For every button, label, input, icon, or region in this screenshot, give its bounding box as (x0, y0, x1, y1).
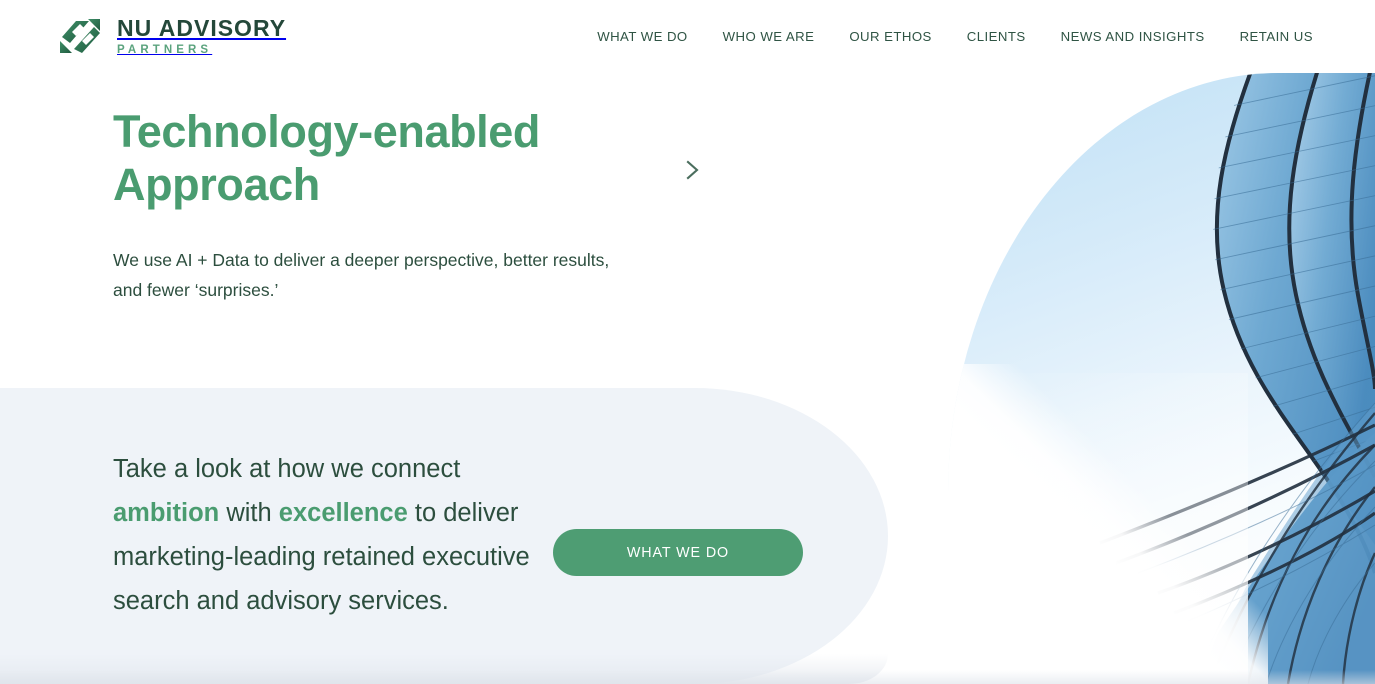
hero-copy-block: Technology-enabled Approach We use AI + … (113, 106, 733, 305)
panel-paragraph: Take a look at how we connect ambition w… (113, 448, 543, 623)
nav-item-what-we-do[interactable]: WHAT WE DO (597, 29, 687, 44)
nav-item-retain-us[interactable]: RETAIN US (1240, 29, 1313, 44)
nav-item-news-and-insights[interactable]: NEWS AND INSIGHTS (1061, 29, 1205, 44)
nav-item-who-we-are[interactable]: WHO WE ARE (723, 29, 815, 44)
brand-logo[interactable]: NU ADVISORY PARTNERS (58, 14, 287, 57)
brand-name: NU ADVISORY (117, 14, 287, 41)
brand-wordmark: NU ADVISORY PARTNERS (117, 14, 287, 57)
hero-image (948, 73, 1375, 684)
nav-item-clients[interactable]: CLIENTS (967, 29, 1026, 44)
panel-bottom-fade (0, 654, 888, 684)
panel-highlight-ambition: ambition (113, 498, 220, 527)
brand-subtitle: PARTNERS (117, 43, 213, 56)
panel-copy-block: Take a look at how we connect ambition w… (113, 448, 543, 623)
panel-text-part1: Take a look at how we connect (113, 455, 461, 483)
hero-subtitle: We use AI + Data to deliver a deeper per… (113, 250, 610, 301)
what-we-do-button[interactable]: WHAT WE DO (553, 529, 803, 576)
what-we-do-button-label: WHAT WE DO (626, 544, 730, 561)
main-navigation: WHAT WE DO WHO WE ARE OUR ETHOS CLIENTS … (597, 29, 1313, 44)
nav-item-our-ethos[interactable]: OUR ETHOS (849, 29, 931, 44)
hero-title: Technology-enabled Approach (113, 106, 541, 210)
site-header: NU ADVISORY PARTNERS WHAT WE DO WHO WE A… (0, 0, 1375, 73)
panel-highlight-excellence: excellence (278, 498, 408, 527)
page-root: NU ADVISORY PARTNERS WHAT WE DO WHO WE A… (0, 0, 1375, 684)
panel-text-part2: with (219, 498, 279, 527)
glass-building-illustration (948, 73, 1375, 684)
nu-logo-mark-icon (58, 17, 104, 57)
chevron-right-icon[interactable] (679, 157, 705, 183)
